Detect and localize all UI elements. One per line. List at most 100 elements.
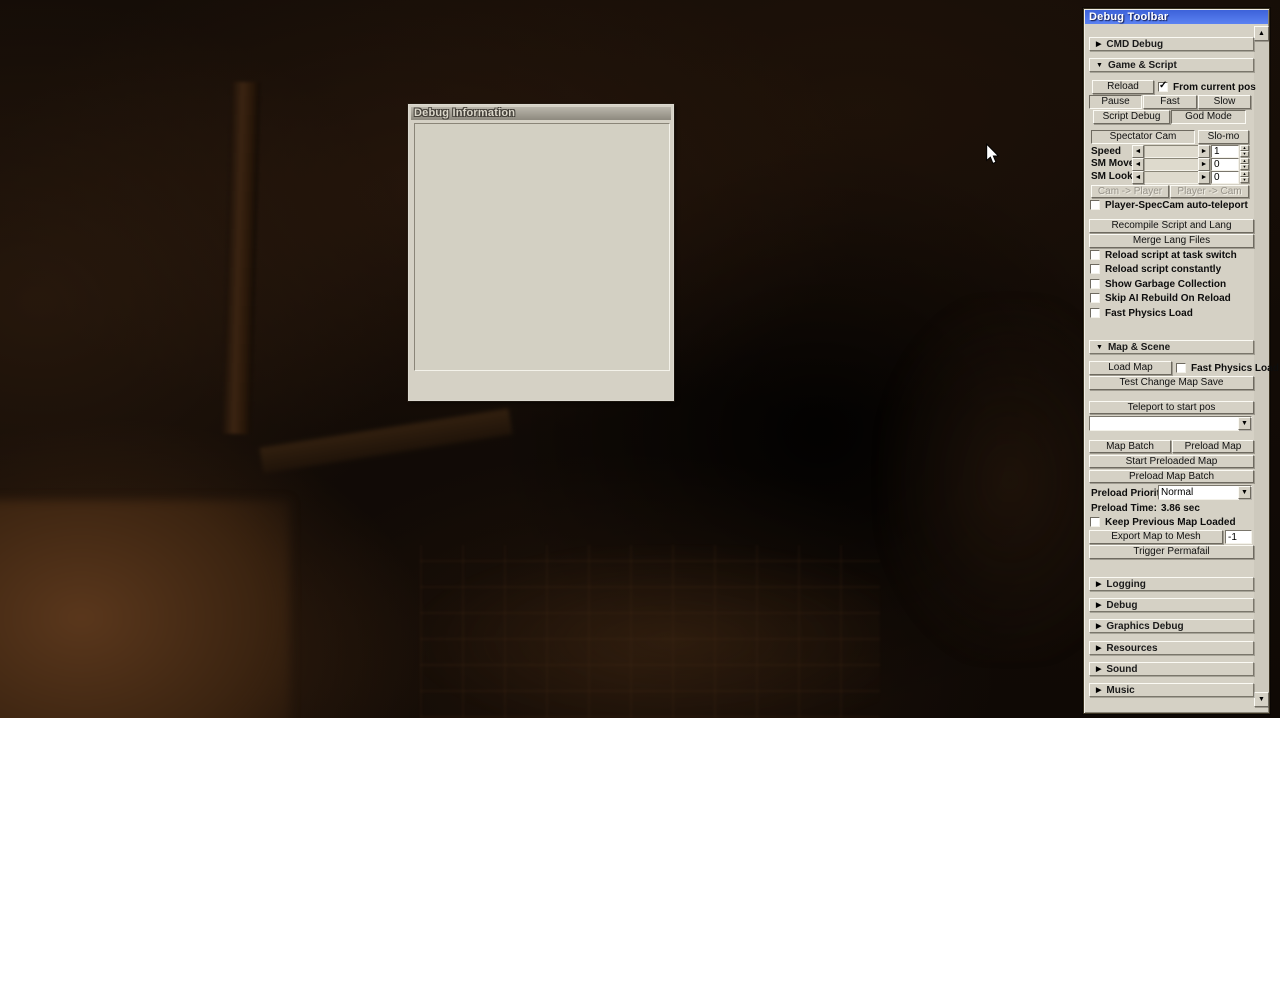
trigger-permafail-button[interactable]: Trigger Permafail [1089, 545, 1254, 559]
sm-look-decrease-button[interactable]: ◄ [1132, 171, 1144, 184]
sm-move-value-input[interactable] [1211, 158, 1239, 171]
chevron-right-icon: ▶ [1096, 666, 1101, 673]
reload-constantly-checkbox[interactable] [1090, 264, 1100, 274]
sm-move-spin-down-button[interactable]: ▼ [1240, 164, 1249, 170]
speed-decrease-button[interactable]: ◄ [1132, 145, 1144, 158]
spin-up-icon: ▲ [1243, 172, 1247, 176]
recompile-script-lang-button[interactable]: Recompile Script and Lang [1089, 219, 1254, 233]
fast-physics-load-checkbox[interactable] [1090, 308, 1100, 318]
section-header-map-scene[interactable]: ▼ Map & Scene [1089, 340, 1254, 354]
chevron-right-icon: ▶ [1096, 623, 1101, 630]
preload-time-label: Preload Time: [1091, 503, 1157, 514]
section-label: Music [1106, 685, 1134, 696]
down-arrow-icon: ▼ [1258, 696, 1265, 703]
left-arrow-icon: ◄ [1135, 161, 1142, 168]
merge-lang-files-button[interactable]: Merge Lang Files [1089, 234, 1254, 248]
map-fast-physics-checkbox[interactable] [1176, 363, 1186, 373]
sm-move-increase-button[interactable]: ► [1198, 158, 1210, 171]
export-map-to-mesh-button[interactable]: Export Map to Mesh [1089, 530, 1223, 544]
checkbox-label: Show Garbage Collection [1105, 279, 1226, 290]
section-header-graphics-debug[interactable]: ▶ Graphics Debug [1089, 619, 1254, 633]
section-label: Graphics Debug [1106, 621, 1183, 632]
chevron-right-icon: ▶ [1096, 41, 1101, 48]
speed-increase-button[interactable]: ► [1198, 145, 1210, 158]
pause-toggle-button[interactable]: Pause [1089, 95, 1142, 109]
check-icon: ✓ [1159, 80, 1167, 91]
scroll-up-button[interactable]: ▲ [1254, 26, 1269, 41]
teleport-to-start-pos-button[interactable]: Teleport to start pos [1089, 401, 1254, 414]
sm-look-spin-down-button[interactable]: ▼ [1240, 177, 1249, 183]
spin-down-icon: ▼ [1243, 165, 1247, 169]
section-label: Debug [1106, 600, 1137, 611]
section-header-cmd-debug[interactable]: ▶ CMD Debug [1089, 37, 1254, 51]
checkbox-label: Keep Previous Map Loaded [1105, 517, 1236, 528]
section-label: Game & Script [1108, 60, 1177, 71]
god-mode-toggle-button[interactable]: God Mode [1171, 110, 1246, 124]
checkbox-label: Reload script at task switch [1105, 250, 1237, 261]
section-header-debug[interactable]: ▶ Debug [1089, 598, 1254, 612]
debug-information-window: Debug Information [408, 104, 674, 401]
mouse-cursor-icon [985, 143, 1000, 165]
sm-look-increase-button[interactable]: ► [1198, 171, 1210, 184]
left-arrow-icon: ◄ [1135, 174, 1142, 181]
window-titlebar[interactable]: Debug Information [411, 107, 671, 120]
sm-move-decrease-button[interactable]: ◄ [1132, 158, 1144, 171]
checkbox-label: Skip AI Rebuild On Reload [1105, 293, 1231, 304]
checkbox-label: Reload script constantly [1105, 264, 1221, 275]
spin-down-icon: ▼ [1243, 152, 1247, 156]
preload-map-button[interactable]: Preload Map [1172, 440, 1254, 453]
cam-to-player-button[interactable]: Cam -> Player [1091, 185, 1169, 198]
debug-information-list[interactable] [414, 123, 670, 371]
speed-value-input[interactable] [1211, 145, 1239, 158]
section-label: Sound [1106, 664, 1137, 675]
wooden-beam [260, 408, 513, 473]
window-titlebar[interactable]: Debug Toolbar [1085, 10, 1268, 24]
test-change-map-save-button[interactable]: Test Change Map Save [1089, 376, 1254, 390]
sm-look-value-input[interactable] [1211, 171, 1239, 184]
stone-floor [420, 545, 880, 718]
wooden-beam [221, 82, 260, 435]
map-combo-dropdown-button[interactable]: ▼ [1238, 417, 1251, 430]
slo-mo-toggle-button[interactable]: Slo-mo [1198, 130, 1249, 144]
spin-down-icon: ▼ [1243, 178, 1247, 182]
spin-up-icon: ▲ [1243, 159, 1247, 163]
spectator-cam-toggle-button[interactable]: Spectator Cam [1091, 130, 1195, 144]
checkbox-label: Fast Physics Load [1105, 308, 1193, 319]
chevron-right-icon: ▶ [1096, 581, 1101, 588]
map-combo-input[interactable] [1089, 416, 1252, 431]
start-preloaded-map-button[interactable]: Start Preloaded Map [1089, 455, 1254, 468]
player-to-cam-button[interactable]: Player -> Cam [1170, 185, 1249, 198]
keep-previous-map-checkbox[interactable] [1090, 517, 1100, 527]
section-header-game-script[interactable]: ▼ Game & Script [1089, 58, 1254, 72]
skip-ai-rebuild-checkbox[interactable] [1090, 293, 1100, 303]
section-header-logging[interactable]: ▶ Logging [1089, 577, 1254, 591]
section-label: Resources [1106, 643, 1157, 654]
preload-priority-dropdown-button[interactable]: ▼ [1238, 486, 1251, 499]
chevron-right-icon: ▶ [1096, 687, 1101, 694]
section-header-sound[interactable]: ▶ Sound [1089, 662, 1254, 676]
chevron-down-icon: ▼ [1096, 62, 1103, 69]
preload-time-value: 3.86 sec [1161, 503, 1200, 514]
auto-teleport-checkbox[interactable] [1090, 200, 1100, 210]
slow-toggle-button[interactable]: Slow [1198, 95, 1251, 109]
right-arrow-icon: ► [1201, 148, 1208, 155]
map-batch-button[interactable]: Map Batch [1089, 440, 1171, 453]
export-mesh-value-input[interactable] [1225, 530, 1252, 544]
preload-map-batch-button[interactable]: Preload Map Batch [1089, 470, 1254, 483]
cave-rock-texture [0, 500, 290, 718]
speed-spin-down-button[interactable]: ▼ [1240, 151, 1249, 157]
scroll-down-button[interactable]: ▼ [1254, 692, 1269, 707]
section-header-resources[interactable]: ▶ Resources [1089, 641, 1254, 655]
show-garbage-collection-checkbox[interactable] [1090, 279, 1100, 289]
left-arrow-icon: ◄ [1135, 148, 1142, 155]
from-current-pos-checkbox[interactable]: ✓ [1158, 82, 1168, 92]
reload-task-switch-checkbox[interactable] [1090, 250, 1100, 260]
spin-up-icon: ▲ [1243, 146, 1247, 150]
load-map-button[interactable]: Load Map [1089, 361, 1172, 375]
speed-label: Speed [1091, 146, 1121, 157]
section-header-music[interactable]: ▶ Music [1089, 683, 1254, 697]
chevron-right-icon: ▶ [1096, 602, 1101, 609]
fast-toggle-button[interactable]: Fast [1143, 95, 1197, 109]
reload-button[interactable]: Reload [1092, 80, 1154, 94]
script-debug-toggle-button[interactable]: Script Debug [1093, 110, 1170, 124]
